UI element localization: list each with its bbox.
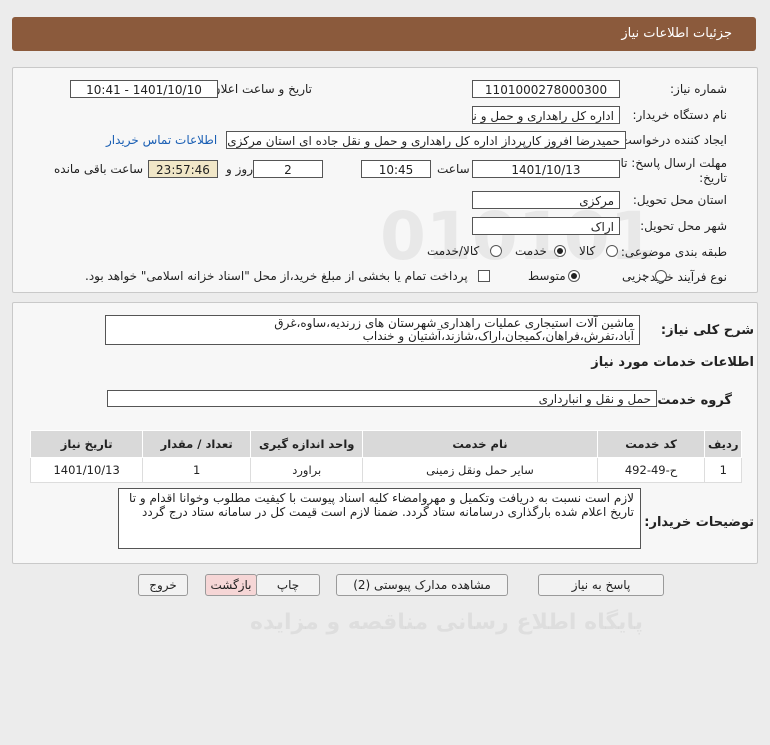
category-radio-service[interactable] — [554, 245, 566, 257]
summary-box: ماشین آلات استیجاری عملیات راهداری شهرست… — [105, 315, 640, 345]
col-quantity: تعداد / مقدار — [142, 430, 252, 458]
province-label: استان محل تحویل: — [632, 193, 727, 207]
group-label: گروه خدمت: — [652, 393, 732, 408]
city-field: اراک — [472, 217, 620, 235]
cell-unit: براورد — [250, 457, 364, 483]
buyer-notes-box: لازم است نسبت به دریافت وتکمیل و مهروامض… — [118, 488, 641, 549]
buyer-notes-label: توضیحات خریدار: — [644, 515, 754, 530]
category-label: طبقه بندی موضوعی: — [620, 245, 727, 259]
deadline-time-field: 10:45 — [361, 160, 431, 178]
announce-field: 1401/10/10 - 10:41 — [70, 80, 218, 98]
summary-label: شرح کلی نیاز: — [660, 323, 754, 338]
need-number-label: شماره نیاز: — [670, 82, 727, 96]
info-panel — [12, 67, 758, 293]
city-label: شهر محل تحویل: — [640, 219, 727, 233]
cell-service-name: سایر حمل ونقل زمینی — [362, 457, 598, 483]
page-title: جزئیات اطلاعات نیاز — [621, 26, 732, 41]
category-option-service: خدمت — [515, 244, 547, 258]
print-button[interactable]: چاپ — [256, 574, 320, 596]
payment-note: پرداخت تمام یا بخشی از مبلغ خرید،از محل … — [85, 269, 468, 283]
contact-link[interactable]: اطلاعات تماس خریدار — [106, 133, 217, 147]
need-number-field: 1101000278000300 — [472, 80, 620, 98]
col-service-name: نام خدمت — [362, 430, 598, 458]
buyer-org-label: نام دستگاه خریدار: — [632, 108, 728, 122]
process-option-minor: جزیی — [622, 269, 650, 283]
summary-line-2: آباد،تفرش،فراهان،کمیجان،اراک،شازند،آشتیا… — [362, 329, 634, 343]
col-row: ردیف — [704, 430, 742, 458]
treasury-checkbox[interactable] — [478, 270, 490, 282]
table-header-row: ردیف کد خدمت نام خدمت واحد اندازه گیری ت… — [29, 430, 742, 458]
creator-label: ایجاد کننده درخواست: — [616, 133, 727, 147]
deadline-date-field: 1401/10/13 — [472, 160, 620, 178]
cell-row: 1 — [704, 457, 742, 483]
watermark-footer: پایگاه اطلاع رسانی مناقصه و مزایده — [250, 610, 643, 635]
process-radio-minor[interactable] — [655, 270, 667, 282]
days-field: 2 — [253, 160, 323, 178]
services-table: ردیف کد خدمت نام خدمت واحد اندازه گیری ت… — [29, 430, 742, 483]
deadline-label-2: تاریخ: — [699, 171, 727, 185]
category-option-goods-service: کالا/خدمت — [427, 244, 480, 258]
process-option-medium: متوسط — [528, 269, 566, 283]
cell-code: ح-49-492 — [596, 457, 706, 483]
category-radio-goods[interactable] — [606, 245, 618, 257]
col-unit: واحد اندازه گیری — [250, 430, 364, 458]
back-button[interactable]: بازگشت — [205, 574, 257, 596]
exit-button[interactable]: خروج — [138, 574, 188, 596]
services-title: اطلاعات خدمات مورد نیاز — [591, 355, 754, 370]
category-radio-goods-service[interactable] — [490, 245, 502, 257]
remaining-label: ساعت باقی مانده — [54, 162, 144, 176]
category-option-goods: کالا — [579, 244, 596, 258]
deadline-label-1: مهلت ارسال پاسخ: تا — [620, 156, 727, 170]
table-row: 1 ح-49-492 سایر حمل ونقل زمینی براورد 1 … — [29, 457, 742, 483]
province-field: مرکزی — [472, 191, 620, 209]
remaining-time-field: 23:57:46 — [148, 160, 218, 178]
cell-quantity: 1 — [142, 457, 252, 483]
attachments-button[interactable]: مشاهده مدارک پیوستی (2) — [336, 574, 508, 596]
days-label: روز و — [226, 162, 253, 176]
page-header: جزئیات اطلاعات نیاز — [12, 17, 756, 51]
group-field: حمل و نقل و انبارداری — [107, 390, 657, 407]
col-need-date: تاریخ نیاز — [29, 430, 144, 458]
buyer-org-field: اداره کل راهداری و حمل و نقل جاده ای است… — [472, 106, 620, 124]
cell-need-date: 1401/10/13 — [29, 457, 144, 483]
time-label: ساعت — [437, 162, 470, 176]
creator-field: حمیدرضا افروز کارپرداز اداره کل راهداری … — [226, 131, 626, 149]
col-code: کد خدمت — [596, 430, 706, 458]
process-radio-medium[interactable] — [568, 270, 580, 282]
reply-button[interactable]: پاسخ به نیاز — [538, 574, 664, 596]
